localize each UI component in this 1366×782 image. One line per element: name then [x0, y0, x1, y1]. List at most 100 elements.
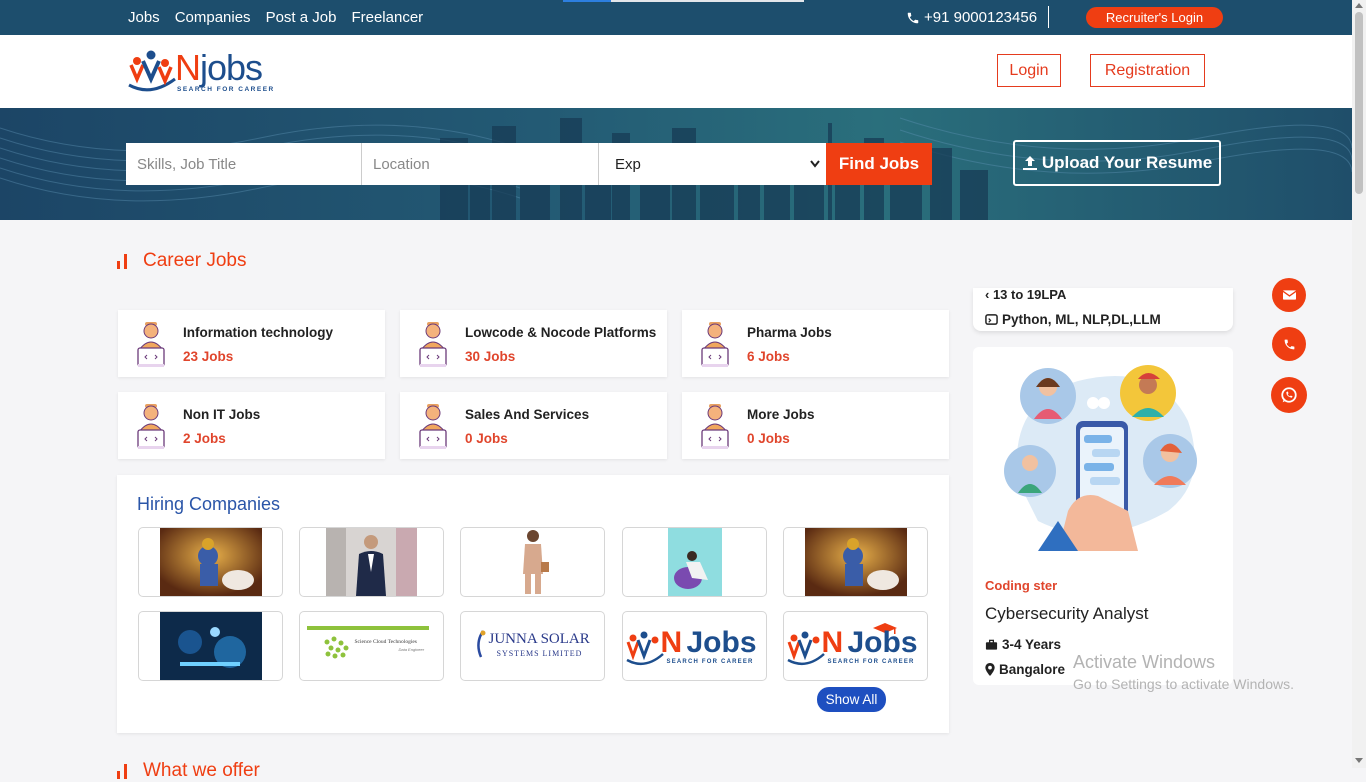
activate-windows-line1: Activate Windows — [1073, 652, 1216, 672]
what-we-offer-title: What we offer — [143, 760, 260, 781]
upload-icon — [1022, 156, 1037, 170]
developer-avatar-icon — [137, 404, 165, 449]
company-logo-tile[interactable] — [622, 527, 767, 597]
krishna-artwork-image — [159, 528, 262, 596]
prev-job-skills: Python, ML, NLP,DL,LLM — [985, 312, 1161, 327]
category-job-count: 2 Jobs — [183, 431, 226, 446]
company-logo-tile[interactable]: N Jobs SEARCH FOR CAREER — [622, 611, 767, 681]
skills-input[interactable]: Skills, Job Title — [126, 143, 362, 185]
logo-tagline: SEARCH FOR CAREER — [177, 86, 275, 93]
scroll-down-arrow-icon[interactable] — [1355, 758, 1363, 763]
recruiter-login-button[interactable]: Recruiter's Login — [1086, 7, 1223, 28]
developer-avatar-icon — [137, 322, 165, 367]
company-logo-tile[interactable] — [138, 611, 283, 681]
businessman-photo-image — [326, 528, 417, 596]
company-logo-tile[interactable] — [138, 527, 283, 597]
previous-job-card[interactable]: ‹ 13 to 19LPA Python, ML, NLP,DL,LLM — [973, 288, 1233, 331]
njobs-logo[interactable]: Njobs SEARCH FOR CAREER — [125, 45, 275, 97]
site-header: Njobs SEARCH FOR CAREER Login Registrati… — [0, 35, 1352, 108]
science-cloud-logo: Science Cloud Technologies Data Engineer — [306, 626, 437, 666]
category-name: Information technology — [183, 325, 333, 340]
activate-windows-line2: Go to Settings to activate Windows. — [1073, 676, 1294, 692]
njobs-company-logo: N Jobs SEARCH FOR CAREER — [625, 622, 765, 670]
find-jobs-button[interactable]: Find Jobs — [826, 143, 932, 185]
whatsapp-icon — [1281, 387, 1297, 403]
career-jobs-heading: Career Jobs — [117, 250, 247, 272]
company-logo-tile[interactable] — [783, 527, 928, 597]
skills-icon — [985, 314, 998, 325]
envelope-icon — [1282, 290, 1296, 300]
category-job-count: 0 Jobs — [747, 431, 790, 446]
krishna-artwork-image — [804, 528, 907, 596]
call-fab-button[interactable] — [1272, 327, 1306, 361]
nav-freelancer[interactable]: Freelancer — [351, 9, 423, 26]
category-name: Pharma Jobs — [747, 325, 832, 340]
hiring-companies-panel: Hiring Companies Science Cloud Technolog… — [117, 475, 949, 733]
phone-number: +91 9000123456 — [924, 9, 1038, 26]
nav-jobs[interactable]: Jobs — [128, 9, 160, 26]
job-category-card[interactable]: Pharma Jobs 6 Jobs — [682, 310, 949, 377]
tech-lab-image — [159, 612, 262, 680]
developer-avatar-icon — [419, 322, 447, 367]
career-jobs-title: Career Jobs — [143, 250, 247, 271]
login-button[interactable]: Login — [997, 54, 1061, 87]
location-input[interactable]: Location — [362, 143, 599, 185]
category-name: Non IT Jobs — [183, 407, 261, 422]
scroll-up-arrow-icon[interactable] — [1355, 3, 1363, 8]
briefcase-icon — [985, 639, 998, 650]
category-name: Sales And Services — [465, 407, 590, 422]
show-all-companies-button[interactable]: Show All — [817, 687, 886, 712]
job-search-bar: Skills, Job Title Location Exp — [126, 143, 826, 185]
phone-icon — [1284, 339, 1294, 349]
social-chat-illustration — [1004, 365, 1197, 551]
category-name: More Jobs — [747, 407, 815, 422]
category-name: Lowcode & Nocode Platforms — [465, 325, 657, 340]
job-category-card[interactable]: Sales And Services 0 Jobs — [400, 392, 667, 459]
email-fab-button[interactable] — [1272, 278, 1306, 312]
developer-avatar-icon — [701, 404, 729, 449]
company-logo-tile[interactable]: N Jobs SEARCH FOR CAREER — [783, 611, 928, 681]
contact-phone[interactable]: +91 9000123456 — [906, 9, 1037, 26]
hiring-companies-title: Hiring Companies — [137, 494, 281, 514]
upload-resume-button[interactable]: Upload Your Resume — [1013, 140, 1221, 186]
featured-job-card[interactable]: Coding ster Cybersecurity Analyst 3-4 Ye… — [973, 347, 1233, 685]
company-logo-tile[interactable] — [460, 527, 605, 597]
logo-wordmark: Njobs — [175, 47, 263, 88]
junna-solar-logo: JUNNA SOLAR SYSTEMS LIMITED — [473, 629, 593, 663]
map-pin-icon — [985, 663, 995, 676]
job-category-card[interactable]: Information technology 23 Jobs — [118, 310, 385, 377]
nav-post-a-job[interactable]: Post a Job — [266, 9, 337, 26]
nav-companies[interactable]: Companies — [175, 9, 251, 26]
category-job-count: 6 Jobs — [747, 349, 790, 364]
topbar-divider — [1048, 6, 1049, 28]
whatsapp-fab-button[interactable] — [1271, 377, 1307, 413]
category-job-count: 23 Jobs — [183, 349, 234, 364]
company-logo-tile[interactable] — [299, 527, 444, 597]
job-company: Coding ster — [985, 578, 1058, 593]
heading-accent-icon — [117, 763, 127, 779]
job-category-card[interactable]: Lowcode & Nocode Platforms 30 Jobs — [400, 310, 667, 377]
njobs-company-logo: N Jobs SEARCH FOR CAREER — [786, 622, 926, 670]
company-logo-tile[interactable]: JUNNA SOLAR SYSTEMS LIMITED — [460, 611, 605, 681]
registration-button[interactable]: Registration — [1090, 54, 1205, 87]
page-load-progress — [563, 0, 804, 2]
job-category-card[interactable]: Non IT Jobs 2 Jobs — [118, 392, 385, 459]
experience-select-value: Exp — [615, 155, 641, 173]
page-scrollbar[interactable] — [1352, 0, 1366, 768]
heading-accent-icon — [117, 253, 127, 269]
company-logo-tile[interactable]: Science Cloud Technologies Data Engineer — [299, 611, 444, 681]
prev-job-salary: ‹ 13 to 19LPA — [985, 288, 1067, 302]
top-bar: Jobs Companies Post a Job Freelancer +91… — [0, 0, 1352, 35]
chevron-down-icon — [810, 160, 820, 168]
upload-resume-label: Upload Your Resume — [1041, 153, 1213, 172]
job-location: Bangalore — [985, 662, 1065, 677]
experience-select[interactable]: Exp — [599, 143, 826, 185]
job-category-card[interactable]: More Jobs 0 Jobs — [682, 392, 949, 459]
job-title[interactable]: Cybersecurity Analyst — [985, 604, 1148, 624]
woman-on-beanbag-image — [667, 528, 722, 596]
scrollbar-thumb[interactable] — [1355, 12, 1363, 194]
what-we-offer-heading: What we offer — [117, 760, 260, 782]
job-experience: 3-4 Years — [985, 637, 1061, 652]
developer-avatar-icon — [701, 322, 729, 367]
people-logo-icon — [128, 50, 176, 92]
